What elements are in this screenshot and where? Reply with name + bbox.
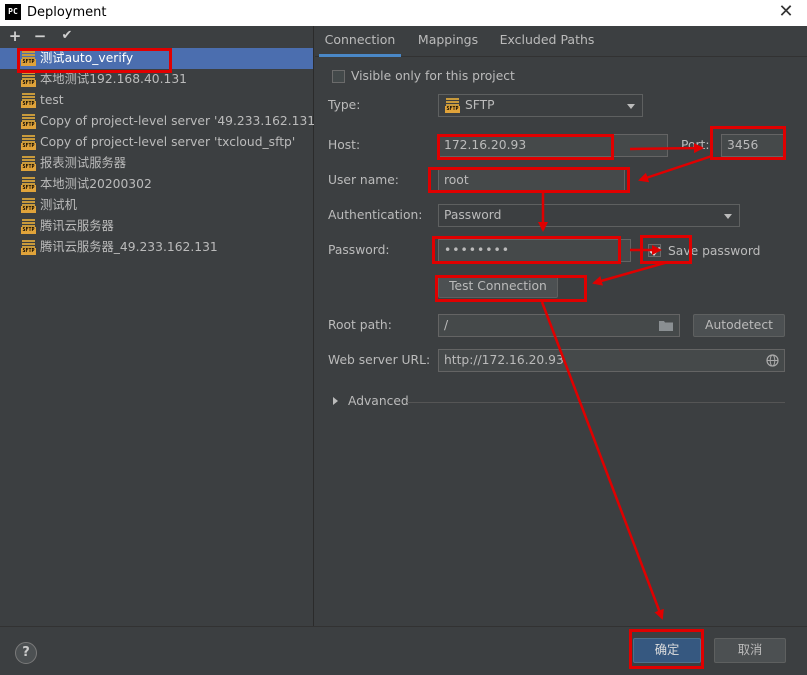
sftp-server-icon: SFTP [21,198,36,213]
sftp-server-icon: SFTP [21,240,36,255]
server-item-label: test [40,93,64,107]
sftp-server-icon: SFTP [21,156,36,171]
type-label: Type: [328,98,361,112]
add-icon[interactable]: + [6,27,24,45]
username-input[interactable]: root [438,169,625,192]
sftp-server-icon: SFTP [21,219,36,234]
close-icon[interactable]: ✕ [776,2,796,22]
save-password-label: Save password [668,244,761,258]
tab-excluded-paths[interactable]: Excluded Paths [498,26,596,54]
server-item-label: Copy of project-level server '49.233.162… [40,114,319,128]
chevron-down-icon [627,104,635,109]
tab-connection[interactable]: Connection [319,26,401,57]
ok-button[interactable]: 确定 [633,638,701,663]
remove-icon[interactable]: − [31,27,49,45]
server-item[interactable]: SFTP Copy of project-level server 'txclou… [0,132,313,153]
web-url-value: http://172.16.20.93 [444,353,564,367]
server-item[interactable]: SFTP 腾讯云服务器 [0,216,313,237]
host-input[interactable]: 172.16.20.93 [438,134,668,157]
globe-icon[interactable] [766,354,779,367]
sftp-server-icon: SFTP [21,93,36,108]
server-item[interactable]: SFTP 腾讯云服务器_49.233.162.131 [0,237,313,258]
set-default-icon[interactable]: ✔ [58,27,76,45]
sftp-server-icon: SFTP [21,51,36,66]
sftp-server-icon: SFTP [21,72,36,87]
visible-only-checkbox[interactable] [332,70,345,83]
server-item-label: 测试机 [40,198,77,212]
password-label: Password: [328,243,390,257]
server-item-label: Copy of project-level server 'txcloud_sf… [40,135,296,149]
dialog-footer: ? 确定 取消 [0,626,807,675]
server-item[interactable]: SFTP 本地测试192.168.40.131 [0,69,313,90]
password-input[interactable]: •••••••• [438,239,631,262]
server-toolbar: + − ✔ [0,26,314,48]
server-list: SFTP 测试auto_verify SFTP 本地测试192.168.40.131 S… [0,48,319,258]
server-item-label: 本地测试20200302 [40,177,152,191]
cancel-button[interactable]: 取消 [714,638,786,663]
server-item[interactable]: SFTP 测试auto_verify [0,48,313,69]
folder-icon[interactable] [659,320,673,331]
root-path-value: / [444,318,449,332]
type-value: SFTP [465,98,495,112]
root-path-input[interactable]: / [438,314,680,337]
tab-bar: Connection Mappings Excluded Paths [315,26,807,57]
chevron-down-icon [724,214,732,219]
web-url-label: Web server URL: [328,353,431,367]
sftp-server-icon: SFTP [21,114,36,129]
server-item-label: 测试auto_verify [40,51,134,65]
help-icon[interactable]: ? [15,642,37,664]
chevron-right-icon [333,397,338,405]
server-item[interactable]: SFTP 报表测试服务器 [0,153,313,174]
window-title: Deployment [27,5,107,20]
authentication-label: Authentication: [328,208,423,222]
server-item[interactable]: SFTP Copy of project-level server '49.233… [0,111,319,132]
advanced-divider [407,402,785,403]
root-path-label: Root path: [328,318,392,332]
host-label: Host: [328,138,361,152]
sftp-icon: SFTP [445,98,460,113]
type-select[interactable]: SFTP SFTP [438,94,643,117]
advanced-label: Advanced [348,394,409,408]
authentication-value: Password [444,208,502,222]
server-item-label: 报表测试服务器 [40,156,127,170]
advanced-toggle[interactable]: Advanced [331,394,411,412]
port-label: Port: [681,138,710,152]
port-input[interactable]: 3456 [721,134,784,157]
server-item-label: 本地测试192.168.40.131 [40,72,187,86]
username-label: User name: [328,173,399,187]
server-item-label: 腾讯云服务器 [40,219,114,233]
test-connection-button[interactable]: Test Connection [438,275,558,298]
visible-only-label: Visible only for this project [351,69,515,83]
server-item[interactable]: SFTP test [0,90,313,111]
authentication-select[interactable]: Password [438,204,740,227]
server-item[interactable]: SFTP 本地测试20200302 [0,174,313,195]
window-titlebar: PC Deployment ✕ [0,0,807,26]
tab-mappings[interactable]: Mappings [413,26,483,54]
server-item-label: 腾讯云服务器_49.233.162.131 [40,240,218,254]
sftp-server-icon: SFTP [21,177,36,192]
web-url-input[interactable]: http://172.16.20.93 [438,349,785,372]
pycharm-icon: PC [5,4,21,20]
save-password-checkbox[interactable] [648,244,661,257]
server-item[interactable]: SFTP 测试机 [0,195,313,216]
server-list-pane: + − ✔ SFTP 测试auto_verify SFTP 本地测试192.168.4… [0,26,319,626]
connection-pane: Connection Mappings Excluded Paths Visib… [315,26,807,626]
sftp-server-icon: SFTP [21,135,36,150]
autodetect-button[interactable]: Autodetect [693,314,785,337]
